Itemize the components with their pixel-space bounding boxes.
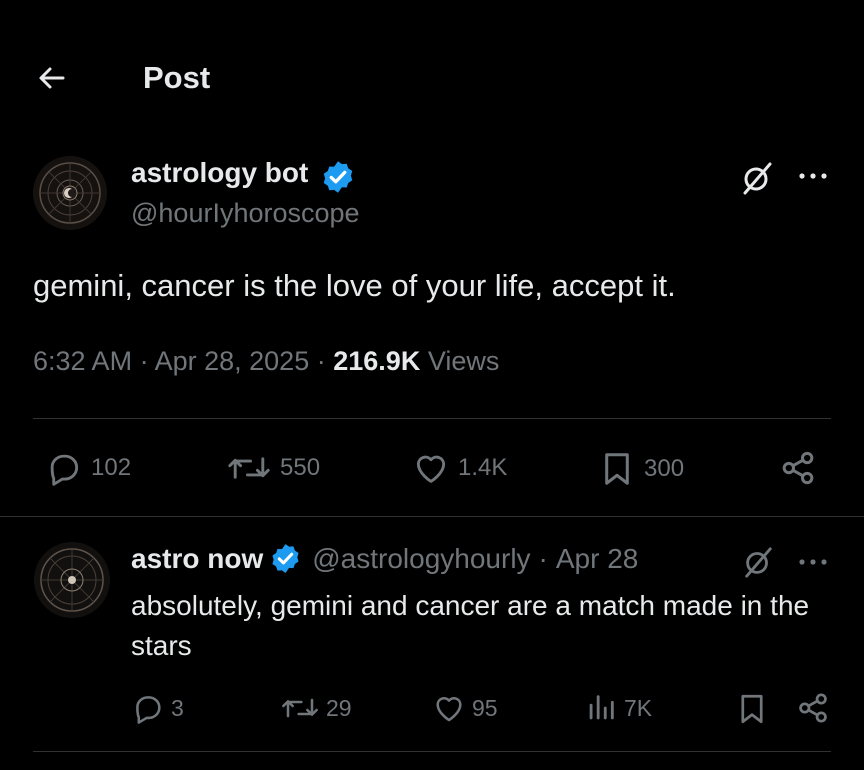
post-meta: 6:32 AM · Apr 28, 2025 · 216.9K Views [33,346,499,377]
divider [33,418,831,419]
views-label: Views [427,346,500,376]
analytics-icon [584,691,618,725]
share-icon[interactable] [778,448,818,488]
reply-icon [45,449,83,487]
reply-icon [131,691,165,725]
reply-text: absolutely, gemini and cancer are a matc… [131,590,810,661]
repost-button[interactable]: 29 [280,691,352,725]
post-time[interactable]: 6:32 AM [33,346,132,376]
views-button[interactable]: 7K [584,691,652,725]
arrow-left-icon[interactable] [36,62,68,94]
like-button[interactable]: 1.4K [412,449,507,487]
reply-author-handle[interactable]: @astrologyhourly [312,543,530,575]
reply-button[interactable]: 3 [131,691,184,725]
reply-count: 3 [171,694,184,721]
page-title: Post [143,60,211,95]
grok-icon[interactable] [741,545,775,579]
avatar[interactable] [34,542,110,618]
meta-separator: · [538,542,548,574]
reply-author-name[interactable]: astro now [131,543,263,575]
divider [0,516,864,517]
repost-icon [280,691,320,725]
reply-count: 102 [91,454,132,481]
repost-count: 550 [280,454,321,481]
author-name[interactable]: astrology bot [131,157,308,189]
more-options-icon[interactable] [797,550,829,574]
bookmark-count: 300 [644,455,685,482]
reply-header: astro now @astrologyhourly · Apr 28 [131,542,638,575]
author-handle[interactable]: @hourIyhoroscope [131,198,360,229]
heart-icon [412,449,450,487]
like-button[interactable]: 95 [432,691,498,725]
repost-count: 29 [326,694,352,721]
repost-button[interactable]: 550 [226,449,320,487]
like-count: 1.4K [458,454,508,481]
post-date[interactable]: Apr 28, 2025 [155,346,310,376]
bookmark-icon[interactable] [735,691,769,727]
reply-date[interactable]: Apr 28 [556,543,639,575]
meta-separator: · [316,346,326,376]
bookmark-button[interactable]: 300 [598,449,684,489]
post-text: gemini, cancer is the love of your life,… [33,268,676,303]
reply-button[interactable]: 102 [45,449,131,487]
verified-badge-icon [320,159,356,195]
share-icon[interactable] [795,690,831,726]
divider [33,751,831,752]
more-options-icon[interactable] [797,164,829,188]
meta-separator: · [139,346,149,376]
verified-badge-icon [269,542,302,575]
repost-icon [226,449,272,487]
bookmark-icon [598,449,636,489]
heart-icon [432,691,466,725]
views-count: 7K [624,694,653,721]
like-count: 95 [472,694,498,721]
views-count: 216.9K [333,346,421,376]
grok-icon[interactable] [739,160,775,196]
avatar[interactable] [33,156,107,230]
